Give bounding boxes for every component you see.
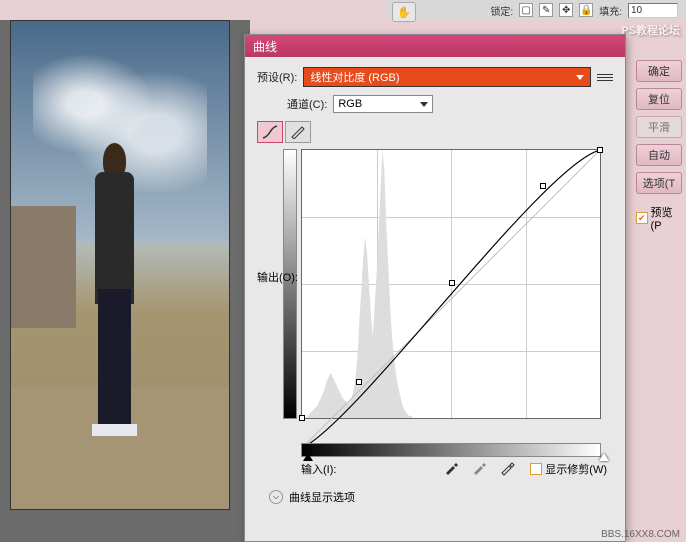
dialog-side-buttons: 确定 复位 平滑 自动 选项(T ✔ 预览(P <box>632 56 686 236</box>
channel-value: RGB <box>338 98 362 110</box>
fill-value[interactable]: 10 <box>628 3 678 18</box>
show-clipping-label: 显示修剪(W) <box>545 461 607 477</box>
channel-dropdown[interactable]: RGB <box>333 95 433 113</box>
options-button[interactable]: 选项(T <box>636 172 682 194</box>
curve-path <box>302 150 600 448</box>
watermark-top: PS教程论坛 <box>621 22 680 38</box>
dialog-title-bar[interactable]: 曲线 <box>245 35 625 57</box>
curves-dialog: 曲线 预设(R): 线性对比度 (RGB) 通道(C): RGB <box>244 34 626 542</box>
curve-tool-icon <box>262 125 278 139</box>
curve-point[interactable] <box>449 280 455 286</box>
smooth-button: 平滑 <box>636 116 682 138</box>
preview-checkbox[interactable]: ✔ <box>636 212 648 224</box>
layer-options-bar: 锁定: ▢ ✎ ✥ 🔒 填充: 10 <box>386 0 686 20</box>
eyedropper-white-button[interactable] <box>497 459 517 477</box>
show-clipping-checkbox[interactable] <box>530 463 542 475</box>
lock-paint-icon[interactable]: ✎ <box>539 3 553 17</box>
dialog-title: 曲线 <box>253 38 277 55</box>
curve-tool-button[interactable] <box>257 121 283 143</box>
preset-label: 预设(R): <box>257 69 297 85</box>
channel-label: 通道(C): <box>287 96 327 112</box>
ok-button[interactable]: 确定 <box>636 60 682 82</box>
preview-checkbox-row[interactable]: ✔ 预览(P <box>636 204 682 232</box>
curve-point[interactable] <box>540 183 546 189</box>
pencil-tool-button[interactable] <box>285 121 311 143</box>
lock-position-icon[interactable]: ✥ <box>559 3 573 17</box>
pencil-tool-icon <box>290 125 306 139</box>
preview-label: 预览(P <box>651 204 682 232</box>
input-gradient <box>301 443 601 457</box>
lock-label: 锁定: <box>490 3 513 18</box>
chevron-down-icon <box>576 75 584 80</box>
cancel-button[interactable]: 复位 <box>636 88 682 110</box>
chevron-down-icon <box>420 102 428 107</box>
output-label: 输出(O): <box>257 269 298 285</box>
show-clipping-row[interactable]: 显示修剪(W) <box>530 461 607 477</box>
white-point-slider[interactable] <box>599 453 609 461</box>
canvas-area <box>0 20 250 542</box>
panel-tab-icon[interactable]: ✋ <box>392 2 416 22</box>
black-point-slider[interactable] <box>303 453 313 461</box>
expand-chevron-icon: ⌵ <box>269 490 283 504</box>
photo-preview[interactable] <box>10 20 230 510</box>
lock-all-icon[interactable]: 🔒 <box>579 3 593 17</box>
curve-point[interactable] <box>356 379 362 385</box>
curve-grid[interactable] <box>301 149 601 419</box>
curve-display-options-label: 曲线显示选项 <box>289 489 355 505</box>
eyedropper-black-button[interactable] <box>441 459 461 477</box>
preset-menu-icon[interactable] <box>597 69 613 85</box>
curve-point[interactable] <box>299 415 305 421</box>
watermark-bottom: BBS.16XX8.COM <box>601 529 680 540</box>
eyedropper-group <box>441 459 517 477</box>
input-label: 输入(I): <box>301 461 336 477</box>
preset-dropdown[interactable]: 线性对比度 (RGB) <box>303 67 591 87</box>
curve-editor[interactable]: 输出(O): 输入(I): <box>301 149 611 439</box>
curve-display-options-row[interactable]: ⌵ 曲线显示选项 <box>257 489 613 505</box>
fill-label: 填充: <box>599 3 622 18</box>
curve-point[interactable] <box>597 147 603 153</box>
preset-value: 线性对比度 (RGB) <box>310 69 399 85</box>
lock-transparent-icon[interactable]: ▢ <box>519 3 533 17</box>
auto-button[interactable]: 自动 <box>636 144 682 166</box>
eyedropper-gray-button[interactable] <box>469 459 489 477</box>
